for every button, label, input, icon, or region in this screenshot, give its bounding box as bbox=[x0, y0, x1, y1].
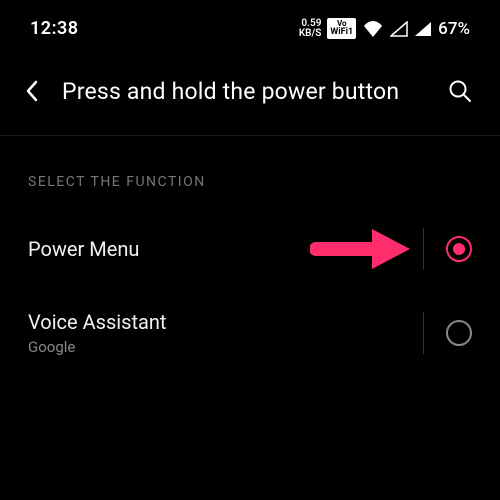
vowifi-badge: Vo WiFi1 bbox=[327, 18, 356, 39]
vertical-divider bbox=[423, 228, 424, 270]
option-text: Voice Assistant Google bbox=[28, 310, 423, 356]
back-button[interactable] bbox=[16, 75, 48, 107]
vertical-divider bbox=[423, 312, 424, 354]
search-icon bbox=[448, 79, 472, 103]
section-label: SELECT THE FUNCTION bbox=[0, 136, 500, 208]
status-right: 0.59 KB/S Vo WiFi1 67% bbox=[299, 18, 470, 39]
radio-voice-assistant[interactable] bbox=[446, 320, 472, 346]
signal-icon-2 bbox=[414, 21, 432, 37]
option-text: Power Menu bbox=[28, 237, 423, 261]
radio-power-menu[interactable] bbox=[446, 236, 472, 262]
app-header: Press and hold the power button bbox=[0, 47, 500, 135]
option-power-menu[interactable]: Power Menu bbox=[0, 208, 500, 290]
page-title: Press and hold the power button bbox=[62, 78, 428, 105]
option-voice-assistant[interactable]: Voice Assistant Google bbox=[0, 290, 500, 376]
network-speed: 0.59 KB/S bbox=[299, 19, 322, 39]
option-title: Voice Assistant bbox=[28, 310, 423, 334]
search-button[interactable] bbox=[442, 73, 478, 109]
option-subtitle: Google bbox=[28, 338, 423, 356]
status-time: 12:38 bbox=[30, 18, 79, 39]
signal-icon-1 bbox=[390, 21, 408, 37]
wifi-icon bbox=[362, 20, 384, 38]
battery-percentage: 67% bbox=[438, 19, 470, 39]
option-title: Power Menu bbox=[28, 237, 423, 261]
chevron-left-icon bbox=[25, 80, 39, 102]
status-bar: 12:38 0.59 KB/S Vo WiFi1 67% bbox=[0, 0, 500, 47]
